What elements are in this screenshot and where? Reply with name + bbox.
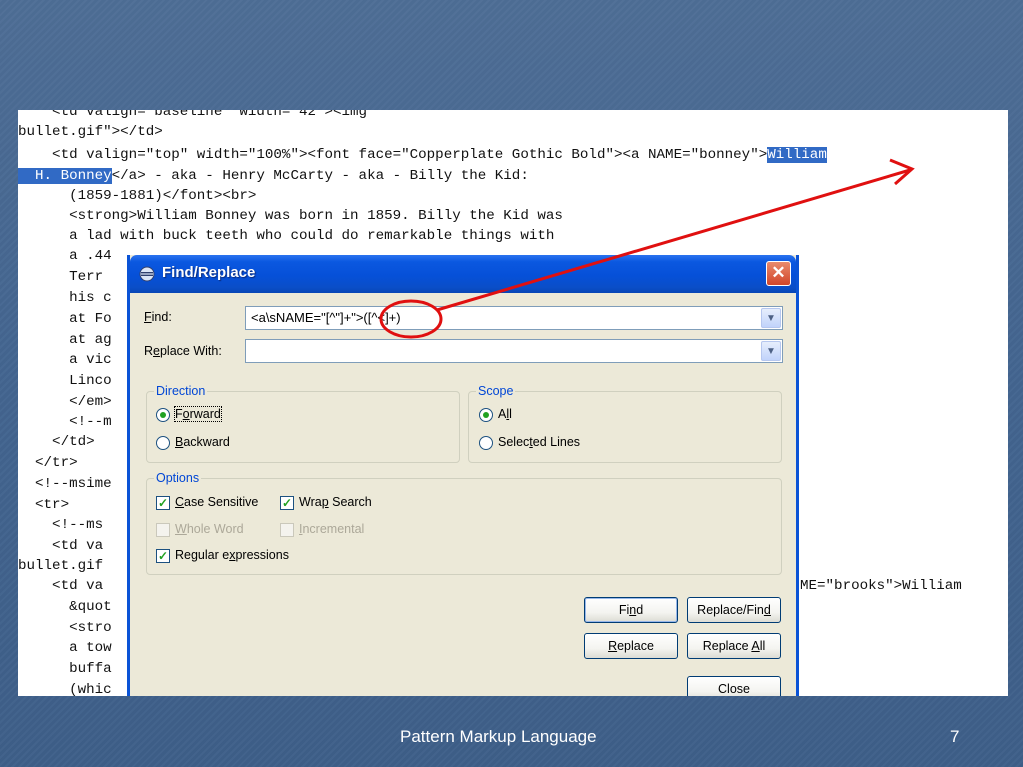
replace-combo[interactable]: ▼	[245, 339, 783, 363]
code-line: H. Bonney</a> - aka - Henry McCarty - ak…	[18, 166, 529, 186]
code-line: <td valign="baseline" width="42"><img	[18, 110, 368, 120]
selected-text: H. Bonney	[18, 168, 112, 184]
code-line: (whic	[18, 682, 112, 696]
backward-radio[interactable]	[156, 436, 170, 450]
slide-footer-title: Pattern Markup Language	[400, 727, 597, 746]
direction-group	[146, 391, 460, 463]
code-line: bullet.gif"></td>	[18, 124, 163, 140]
whole-word-checkbox	[156, 523, 170, 537]
code-line: a lad with buck teeth who could do remar…	[18, 228, 555, 244]
case-sensitive-checkbox[interactable]: ✓	[156, 496, 170, 510]
find-replace-dialog: Find/Replace ✕ Find: <a\sNAME="[^"]+">([…	[127, 255, 799, 696]
replace-label: Replace With:	[144, 344, 222, 358]
code-line: (1859-1881)</font><br>	[18, 188, 257, 204]
code-text: <td valign="top" width="100%"><font face…	[18, 147, 768, 163]
code-line: a tow	[18, 640, 112, 656]
replace-find-button[interactable]: Replace/Find	[687, 597, 781, 623]
find-button[interactable]: Find	[584, 597, 678, 623]
all-label[interactable]: All	[498, 407, 512, 421]
code-line: <!--m	[18, 414, 112, 430]
dropdown-arrow-icon[interactable]: ▼	[761, 308, 781, 328]
find-combo[interactable]: <a\sNAME="[^"]+">([^<]+) ▼	[245, 306, 783, 330]
scope-group-title: Scope	[476, 384, 516, 398]
dropdown-arrow-icon[interactable]: ▼	[761, 341, 781, 361]
all-radio[interactable]	[479, 408, 493, 422]
selected-text-end: H. Bonney	[35, 168, 112, 184]
code-line: &quot	[18, 599, 112, 615]
code-line: <td va	[18, 578, 104, 594]
code-line: a .44	[18, 248, 112, 264]
code-line: </em>	[18, 394, 112, 410]
code-line: <!--ms	[18, 517, 104, 533]
forward-radio[interactable]	[156, 408, 170, 422]
selected-lines-label[interactable]: Selected Lines	[498, 435, 580, 449]
code-line: Terr	[18, 269, 104, 285]
incremental-checkbox	[280, 523, 294, 537]
code-line: buffa	[18, 661, 112, 677]
code-line: <stro	[18, 620, 112, 636]
whole-word-label: Whole Word	[175, 522, 244, 536]
code-line: <strong>William Bonney was born in 1859.…	[18, 208, 563, 224]
case-sensitive-label[interactable]: Case Sensitive	[175, 495, 258, 509]
close-button[interactable]: Close	[687, 676, 781, 696]
close-icon[interactable]: ✕	[766, 261, 791, 286]
code-line: <!--msime	[18, 476, 112, 492]
dialog-titlebar[interactable]: Find/Replace ✕	[130, 255, 796, 293]
code-text: </a> - aka - Henry McCarty - aka - Billy…	[111, 168, 529, 184]
regular-expressions-label[interactable]: Regular expressions	[175, 548, 289, 562]
replace-all-button[interactable]: Replace All	[687, 633, 781, 659]
code-line-fragment: ME="brooks">William	[800, 578, 962, 594]
code-line: </tr>	[18, 455, 78, 471]
code-line: a vic	[18, 352, 112, 368]
code-line: his c	[18, 290, 112, 306]
code-line: Linco	[18, 373, 112, 389]
code-line: at ag	[18, 332, 112, 348]
slide-number: 7	[950, 727, 960, 746]
incremental-label: Incremental	[299, 522, 365, 536]
wrap-search-label[interactable]: Wrap Search	[299, 495, 372, 509]
find-label: Find:	[144, 310, 172, 324]
code-line: </td>	[18, 434, 95, 450]
options-group-title: Options	[154, 471, 202, 485]
direction-group-title: Direction	[154, 384, 208, 398]
eclipse-find-icon	[139, 266, 155, 282]
scope-group	[468, 391, 782, 463]
code-line: <td valign="top" width="100%"><font face…	[18, 145, 827, 165]
code-line: <td va	[18, 538, 104, 554]
code-line: at Fo	[18, 311, 112, 327]
wrap-search-checkbox[interactable]: ✓	[280, 496, 294, 510]
regular-expressions-checkbox[interactable]: ✓	[156, 549, 170, 563]
code-line: <tr>	[18, 497, 70, 513]
selected-text: William	[767, 147, 827, 163]
forward-label[interactable]: Forward	[174, 406, 222, 422]
selected-lines-radio[interactable]	[479, 436, 493, 450]
backward-label[interactable]: Backward	[175, 435, 230, 449]
find-input[interactable]: <a\sNAME="[^"]+">([^<]+)	[251, 310, 401, 325]
dialog-title: Find/Replace	[162, 264, 256, 281]
code-line: bullet.gif	[18, 558, 104, 574]
replace-button[interactable]: Replace	[584, 633, 678, 659]
